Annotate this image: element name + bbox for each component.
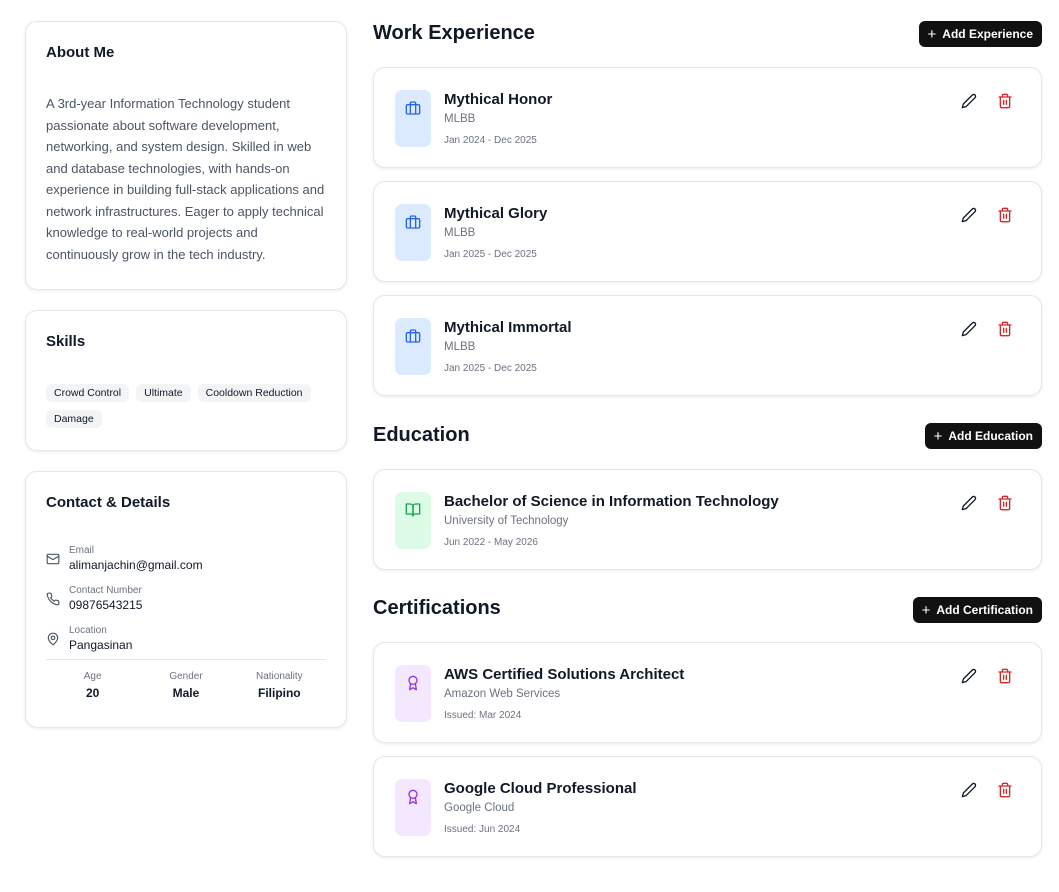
work-section-title: Work Experience bbox=[373, 22, 535, 44]
pencil-icon[interactable] bbox=[961, 495, 977, 511]
certification-item: AWS Certified Solutions Architect Amazon… bbox=[373, 642, 1042, 743]
age-value: 20 bbox=[85, 686, 100, 700]
add-certification-button[interactable]: + Add Certification bbox=[912, 597, 1042, 623]
gender-stat: Gender Male bbox=[140, 671, 232, 700]
nationality-label: Nationality bbox=[255, 671, 303, 682]
skill-chip: Damage bbox=[46, 410, 102, 428]
certification-date: Issued: Mar 2024 bbox=[444, 710, 522, 721]
trash-icon[interactable] bbox=[997, 93, 1013, 109]
certification-org: Google Cloud bbox=[444, 802, 515, 814]
work-org: MLBB bbox=[444, 341, 476, 353]
mail-icon bbox=[46, 552, 60, 566]
work-item: Mythical Glory MLBB Jan 2025 - Dec 2025 bbox=[373, 181, 1042, 282]
phone-value: 09876543215 bbox=[69, 598, 143, 612]
about-card: About Me A 3rd-year Information Technolo… bbox=[25, 21, 347, 290]
location-value: Pangasinan bbox=[69, 638, 133, 652]
nationality-value: Filipino bbox=[257, 686, 301, 700]
skill-chip: Cooldown Reduction bbox=[197, 384, 311, 402]
contact-phone-row: Contact Number 09876543215 bbox=[46, 585, 326, 625]
work-item: Mythical Immortal MLBB Jan 2025 - Dec 20… bbox=[373, 295, 1042, 396]
contact-list: Email alimanjachin@gmail.com Contact Num… bbox=[46, 545, 326, 665]
email-value: alimanjachin@gmail.com bbox=[69, 558, 203, 572]
trash-icon[interactable] bbox=[997, 207, 1013, 223]
work-org: MLBB bbox=[444, 227, 476, 239]
nationality-stat: Nationality Filipino bbox=[233, 671, 325, 700]
skills-card: Skills Crowd Control Ultimate Cooldown R… bbox=[25, 310, 347, 451]
certification-date: Issued: Jun 2024 bbox=[444, 824, 521, 835]
contact-email-row: Email alimanjachin@gmail.com bbox=[46, 545, 326, 585]
education-section-title: Education bbox=[373, 424, 470, 446]
education-item: Bachelor of Science in Information Techn… bbox=[373, 469, 1042, 570]
work-title: Mythical Immortal bbox=[444, 319, 572, 336]
pencil-icon[interactable] bbox=[961, 207, 977, 223]
education-org: University of Technology bbox=[444, 515, 569, 527]
age-label: Age bbox=[83, 671, 102, 682]
trash-icon[interactable] bbox=[997, 321, 1013, 337]
work-date: Jan 2025 - Dec 2025 bbox=[444, 363, 537, 374]
trash-icon[interactable] bbox=[997, 495, 1013, 511]
add-education-label: Add Education bbox=[948, 429, 1033, 443]
briefcase-icon bbox=[395, 318, 431, 375]
skill-chip: Crowd Control bbox=[46, 384, 130, 402]
pencil-icon[interactable] bbox=[961, 782, 977, 798]
certification-title: Google Cloud Professional bbox=[444, 780, 637, 797]
skills-title: Skills bbox=[46, 333, 86, 350]
education-date: Jun 2022 - May 2026 bbox=[444, 537, 538, 548]
gender-value: Male bbox=[172, 686, 200, 700]
pencil-icon[interactable] bbox=[961, 668, 977, 684]
add-certification-label: Add Certification bbox=[936, 603, 1033, 617]
education-title: Bachelor of Science in Information Techn… bbox=[444, 493, 779, 510]
add-experience-button[interactable]: + Add Experience bbox=[918, 21, 1042, 47]
skill-chip: Ultimate bbox=[136, 384, 191, 402]
certification-item: Google Cloud Professional Google Cloud I… bbox=[373, 756, 1042, 857]
certification-org: Amazon Web Services bbox=[444, 688, 561, 700]
trash-icon[interactable] bbox=[997, 782, 1013, 798]
briefcase-icon bbox=[395, 204, 431, 261]
work-org: MLBB bbox=[444, 113, 476, 125]
contact-card: Contact & Details Email alimanjachin@gma… bbox=[25, 471, 347, 728]
skills-list: Crowd Control Ultimate Cooldown Reductio… bbox=[46, 384, 326, 428]
trash-icon[interactable] bbox=[997, 668, 1013, 684]
personal-stats: Age 20 Gender Male Nationality Filipino bbox=[46, 671, 326, 700]
location-label: Location bbox=[69, 625, 107, 636]
briefcase-icon bbox=[395, 90, 431, 147]
add-experience-label: Add Experience bbox=[942, 27, 1033, 41]
map-pin-icon bbox=[46, 632, 60, 646]
book-open-icon bbox=[395, 492, 431, 549]
about-text: A 3rd-year Information Technology studen… bbox=[46, 96, 325, 262]
plus-icon: + bbox=[927, 25, 937, 43]
contact-divider bbox=[46, 659, 326, 660]
plus-icon: + bbox=[921, 601, 931, 619]
add-education-button[interactable]: + Add Education bbox=[924, 423, 1042, 449]
age-stat: Age 20 bbox=[46, 671, 138, 700]
contact-title: Contact & Details bbox=[46, 494, 171, 511]
certifications-section-title: Certifications bbox=[373, 597, 501, 619]
gender-label: Gender bbox=[169, 671, 203, 682]
phone-label: Contact Number bbox=[69, 585, 142, 596]
pencil-icon[interactable] bbox=[961, 93, 977, 109]
award-icon bbox=[395, 779, 431, 836]
work-date: Jan 2025 - Dec 2025 bbox=[444, 249, 537, 260]
work-date: Jan 2024 - Dec 2025 bbox=[444, 135, 537, 146]
phone-icon bbox=[46, 592, 60, 606]
about-title: About Me bbox=[46, 44, 115, 61]
work-item: Mythical Honor MLBB Jan 2024 - Dec 2025 bbox=[373, 67, 1042, 168]
email-label: Email bbox=[69, 545, 95, 556]
plus-icon: + bbox=[933, 427, 943, 445]
award-icon bbox=[395, 665, 431, 722]
certification-title: AWS Certified Solutions Architect bbox=[444, 666, 685, 683]
pencil-icon[interactable] bbox=[961, 321, 977, 337]
work-title: Mythical Glory bbox=[444, 205, 548, 222]
work-title: Mythical Honor bbox=[444, 91, 553, 108]
